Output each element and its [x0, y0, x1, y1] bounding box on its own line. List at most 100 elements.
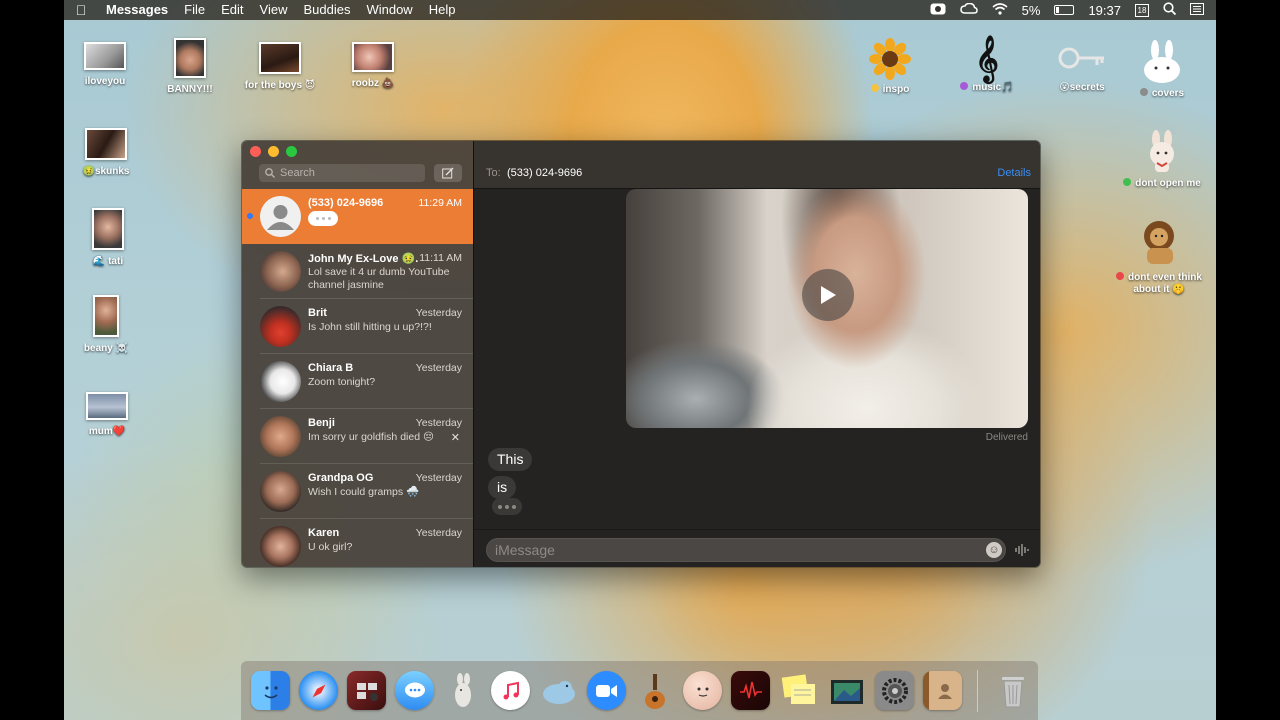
apple-menu-icon[interactable]: : [64, 2, 98, 18]
conversation-row[interactable]: Brit Yesterday Is John still hitting u u…: [242, 299, 473, 354]
tag-dot: [1116, 272, 1125, 280]
avatar: [260, 251, 301, 292]
avatar: [260, 471, 301, 512]
audio-message-icon[interactable]: [1014, 543, 1030, 560]
desktop-folder-for-the-boys[interactable]: for the boys 😈: [240, 42, 320, 91]
desktop-folder-secrets[interactable]: 😮secrets: [1050, 42, 1114, 93]
conversation-row[interactable]: Chiara B Yesterday Zoom tonight?: [242, 354, 473, 409]
desktop-folder-roobz[interactable]: roobz 💩: [338, 42, 408, 89]
desktop-folder-covers[interactable]: covers: [1130, 40, 1194, 99]
details-button[interactable]: Details: [997, 167, 1031, 179]
zoom-window-button[interactable]: [286, 146, 297, 157]
emoji-icon[interactable]: ☺: [986, 542, 1002, 558]
conversation-time: Yesterday: [415, 417, 462, 429]
face-app-icon[interactable]: [683, 671, 722, 710]
menu-app-name[interactable]: Messages: [98, 0, 176, 20]
video-attachment[interactable]: [626, 189, 1028, 428]
stickies-icon[interactable]: [779, 671, 818, 710]
system-preferences-icon[interactable]: [875, 671, 914, 710]
hamster-app-icon[interactable]: [443, 671, 482, 710]
finder-icon[interactable]: [251, 671, 290, 710]
person-placeholder-icon: [260, 196, 301, 237]
camera-status-icon[interactable]: [930, 3, 946, 18]
zoom-app-icon[interactable]: [587, 671, 626, 710]
tag-dot: [870, 84, 879, 92]
incoming-message-bubble[interactable]: This: [488, 448, 533, 471]
desktop-icon-label: 🌊 tati: [92, 256, 124, 267]
delete-conversation-icon[interactable]: ✕: [451, 431, 460, 444]
safari-icon[interactable]: [299, 671, 338, 710]
contacts-icon[interactable]: [923, 671, 962, 710]
garageband-icon[interactable]: [635, 671, 674, 710]
desktop-folder-skunks[interactable]: 🤢skunks: [76, 128, 136, 177]
preview-app-icon[interactable]: [827, 671, 866, 710]
menu-edit[interactable]: Edit: [213, 0, 251, 20]
play-button[interactable]: [802, 269, 854, 321]
bunny-icon: [1144, 40, 1180, 83]
photo-thumbnail: [85, 128, 127, 160]
battery-icon[interactable]: [1054, 5, 1075, 15]
conversation-name: Grandpa OG: [308, 472, 374, 484]
desktop-folder-dont-even-think-about-it[interactable]: dont even think about it 🤫: [1114, 218, 1204, 296]
message-input[interactable]: iMessage ☺: [486, 538, 1006, 562]
key-icon: [1058, 47, 1104, 69]
search-input[interactable]: Search: [259, 164, 425, 182]
conversation-row[interactable]: (533) 024-9696 11:29 AM: [242, 189, 473, 244]
wifi-icon[interactable]: [992, 2, 1008, 18]
desktop-folder-iloveyou[interactable]: iloveyou: [74, 42, 136, 87]
desktop-icon-label: music🎵: [972, 82, 1014, 93]
menu-view[interactable]: View: [252, 0, 296, 20]
desktop:  Messages File Edit View Buddies Window…: [64, 0, 1216, 720]
menu-file[interactable]: File: [176, 0, 213, 20]
conversation-name: Benji: [308, 417, 335, 429]
conversation-row[interactable]: Karen Yesterday U ok girl?: [242, 519, 473, 567]
conversation-row[interactable]: John My Ex-Love 🤢... 11:11 AM Lol save i…: [242, 244, 473, 299]
conversation-row[interactable]: Grandpa OG Yesterday Wish I could gramps…: [242, 464, 473, 519]
calendar-icon[interactable]: 18: [1135, 3, 1149, 17]
music-app-icon[interactable]: [491, 671, 530, 710]
incoming-message-bubble[interactable]: is: [488, 476, 517, 499]
clock[interactable]: 19:37: [1088, 3, 1121, 18]
minimize-window-button[interactable]: [268, 146, 279, 157]
desktop-icon-label: dont even think about it 🤫: [1128, 272, 1202, 295]
close-window-button[interactable]: [250, 146, 261, 157]
photo-booth-video-icon[interactable]: [731, 671, 770, 710]
photo-thumbnail: [352, 42, 394, 72]
creative-cloud-icon[interactable]: [959, 2, 978, 18]
conversation-sidebar: Search (533) 024-9696 11:29 AM John My E…: [242, 141, 473, 567]
desktop-folder-banny[interactable]: BANNY!!!: [160, 38, 220, 95]
conversation-preview: Lol save it 4 ur dumb YouTube channel ja…: [308, 266, 450, 291]
unread-indicator: [247, 213, 253, 219]
desktop-folder-tati[interactable]: 🌊 tati: [78, 208, 138, 267]
avatar: [260, 526, 301, 567]
menu-help[interactable]: Help: [421, 0, 464, 20]
composer-bar: iMessage ☺: [474, 529, 1040, 567]
desktop-folder-inspo[interactable]: inspo: [860, 38, 920, 95]
conversation-row[interactable]: Benji Yesterday Im sorry ur goldfish die…: [242, 409, 473, 464]
messages-app-icon[interactable]: [395, 671, 434, 710]
desktop-icon-label: 😮secrets: [1059, 82, 1105, 93]
photo-thumbnail: [93, 295, 119, 337]
to-label: To:: [486, 167, 501, 179]
menu-buddies[interactable]: Buddies: [295, 0, 358, 20]
trash-icon[interactable]: [993, 671, 1032, 710]
notification-center-icon[interactable]: [1190, 2, 1204, 18]
compose-button[interactable]: [434, 164, 462, 182]
desktop-icon-label: beany ☠️: [83, 343, 129, 354]
seal-app-icon[interactable]: [539, 671, 578, 710]
desktop-folder-mum[interactable]: mum❤️: [76, 392, 138, 437]
photo-thumbnail: [84, 42, 126, 70]
dock: [241, 661, 1038, 720]
desktop-icon-label: roobz 💩: [351, 78, 395, 89]
photo-booth-icon[interactable]: [347, 671, 386, 710]
tag-dot: [1139, 88, 1148, 96]
spotlight-search-icon[interactable]: [1163, 2, 1177, 18]
menu-window[interactable]: Window: [358, 0, 420, 20]
photo-thumbnail: [92, 208, 124, 250]
desktop-icon-label: iloveyou: [84, 76, 126, 87]
recipient[interactable]: (533) 024-9696: [507, 167, 582, 179]
desktop-folder-beany[interactable]: beany ☠️: [76, 295, 136, 354]
conversation-name: John My Ex-Love 🤢...: [308, 253, 418, 265]
desktop-folder-music[interactable]: 𝄞 music🎵: [952, 36, 1022, 93]
desktop-folder-dont-open-me[interactable]: dont open me: [1122, 130, 1202, 189]
